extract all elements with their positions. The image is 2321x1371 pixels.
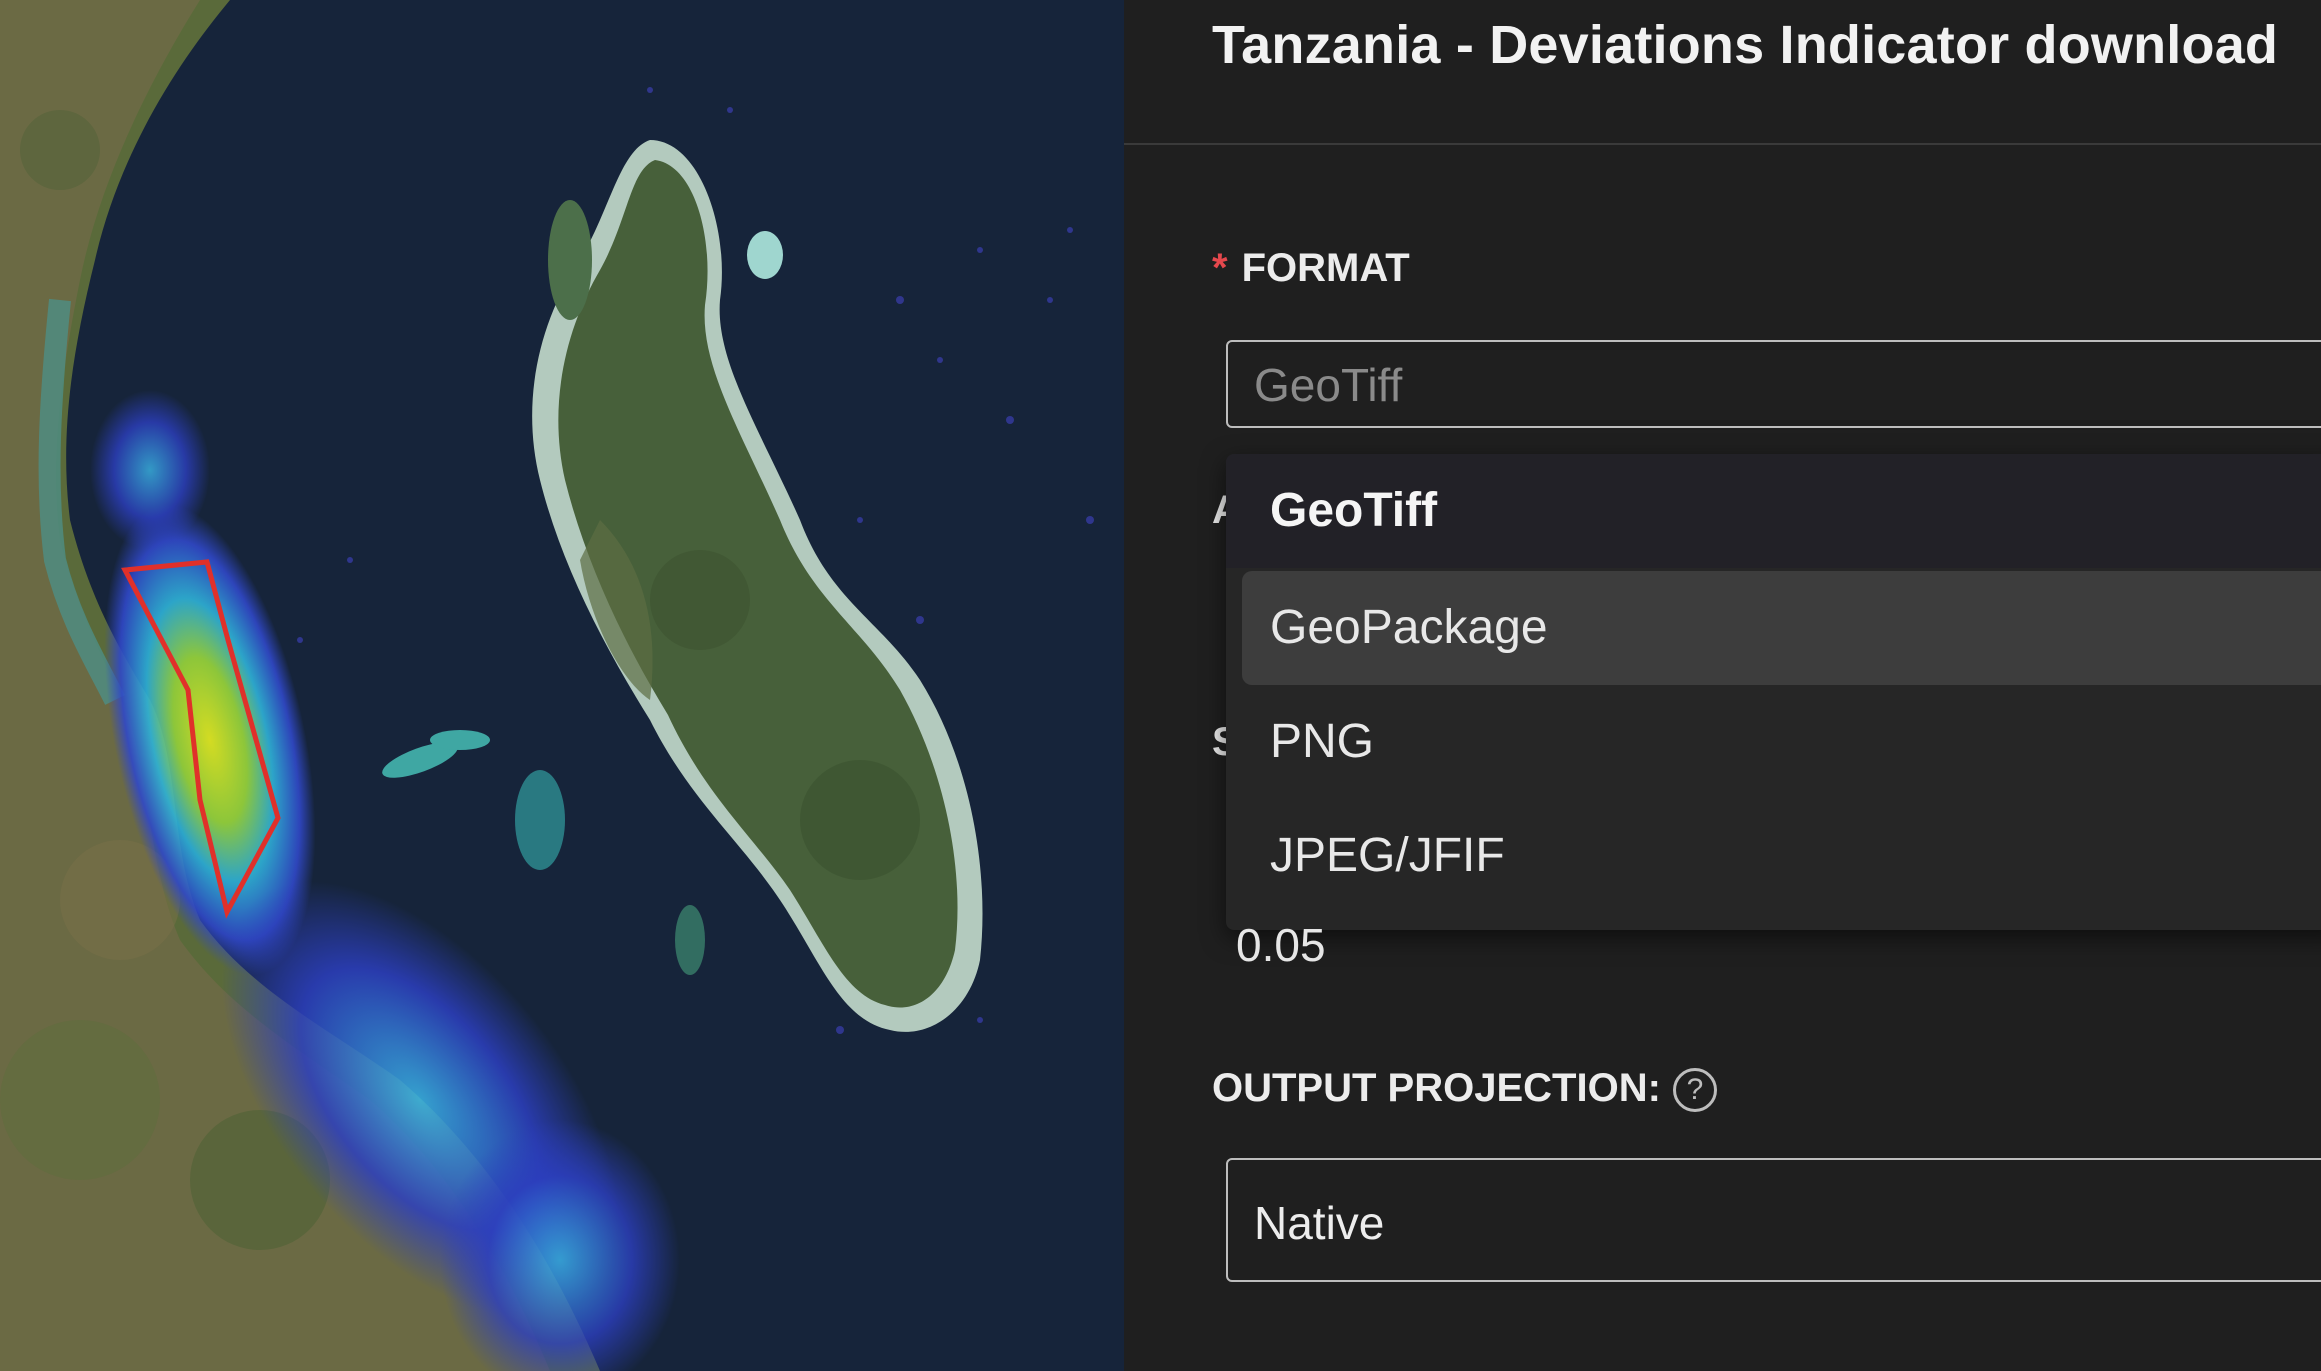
required-mark: *: [1212, 246, 1228, 290]
format-option-jpeg[interactable]: JPEG/JFIF: [1242, 799, 2321, 913]
format-option-geopackage[interactable]: GeoPackage: [1242, 571, 2321, 685]
output-projection-select[interactable]: Native: [1226, 1158, 2321, 1282]
header-divider: [1124, 143, 2321, 145]
output-projection-label: OUTPUT PROJECTION:?: [1212, 1066, 1717, 1113]
resolution-value[interactable]: 0.05: [1236, 918, 1326, 972]
download-dialog: Tanzania - Deviations Indicator download…: [1124, 0, 2321, 1371]
format-select[interactable]: GeoTiff: [1226, 340, 2321, 428]
question-circle-icon[interactable]: ?: [1672, 1068, 1717, 1113]
format-label-text: FORMAT: [1241, 246, 1410, 290]
format-dropdown-menu: GeoTiff GeoPackage PNG JPEG/JFIF: [1226, 454, 2321, 930]
output-projection-label-text: OUTPUT PROJECTION:: [1212, 1066, 1661, 1110]
output-projection-value: Native: [1254, 1197, 1385, 1249]
format-label: * FORMAT: [1212, 246, 1410, 291]
format-option-png[interactable]: PNG: [1242, 685, 2321, 799]
satellite-imagery[interactable]: [0, 0, 1124, 1371]
format-option-geotiff[interactable]: GeoTiff: [1226, 454, 2321, 568]
format-select-value: GeoTiff: [1254, 359, 1403, 411]
map-view[interactable]: [0, 0, 1124, 1371]
dialog-title: Tanzania - Deviations Indicator download: [1212, 15, 2279, 75]
